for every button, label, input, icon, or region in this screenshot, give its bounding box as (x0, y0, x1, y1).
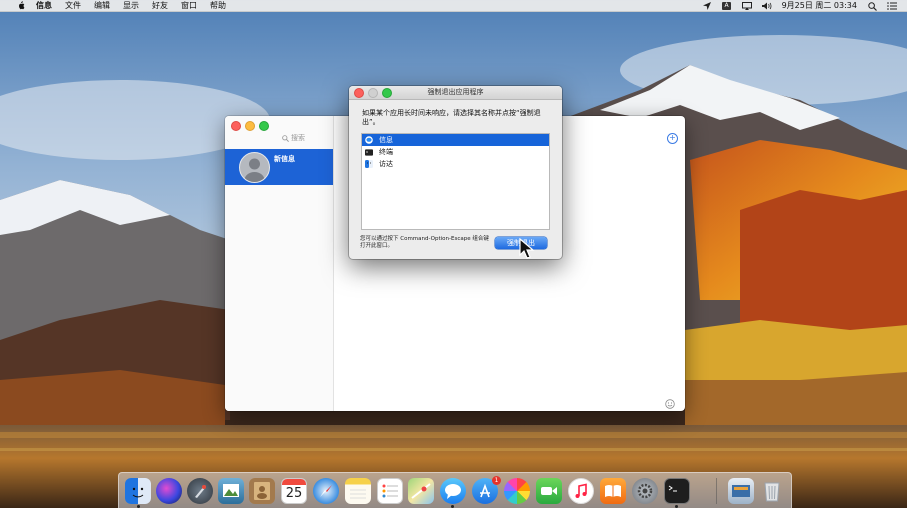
finder-icon[interactable] (125, 478, 151, 504)
app-row-messages[interactable]: 信息 (362, 134, 549, 146)
calendar-icon[interactable]: 25 (281, 478, 307, 504)
app-name: 信息 (379, 136, 393, 144)
search-icon (282, 134, 289, 142)
keyboard-shortcut-hint: 您可以通过按下 Command-Option-Escape 组合键打开此窗口。 (360, 236, 489, 249)
menu-view[interactable]: 显示 (123, 0, 139, 12)
notes-icon[interactable] (345, 478, 371, 504)
books-icon[interactable] (600, 478, 626, 504)
app-row-finder[interactable]: 访达 (362, 158, 549, 170)
maps-icon[interactable] (408, 478, 434, 504)
app-name: 访达 (379, 160, 393, 168)
compose-button[interactable]: + (667, 133, 678, 144)
dock: 25 1 (118, 472, 792, 508)
finder-icon (365, 160, 373, 168)
conversation-title: 新信息 (274, 155, 295, 163)
input-method-label: A (722, 2, 732, 10)
app-name: 终端 (379, 148, 393, 156)
search-field[interactable]: 搜索 (282, 133, 305, 143)
terminal-icon (365, 148, 373, 156)
conversation-item-new-message[interactable]: 新信息 (225, 149, 333, 185)
system-preferences-icon[interactable] (632, 478, 658, 504)
menu-edit[interactable]: 编辑 (94, 0, 110, 12)
terminal-icon[interactable] (664, 478, 690, 504)
force-quit-message: 如果某个应用长时间未响应，请选择其名称并点按“强制退出”。 (362, 109, 541, 126)
force-quit-window: 强制退出应用程序 如果某个应用长时间未响应，请选择其名称并点按“强制退出”。 信… (349, 86, 562, 259)
apple-menu-icon[interactable] (15, 0, 26, 12)
app-list[interactable]: 信息 终端 访达 (361, 133, 550, 230)
trash-icon[interactable] (759, 478, 785, 504)
safari-icon[interactable] (313, 478, 339, 504)
volume-icon[interactable] (761, 2, 772, 11)
airplay-icon[interactable] (741, 2, 752, 11)
force-quit-title: 强制退出应用程序 (427, 88, 484, 96)
minimize-button[interactable] (245, 121, 255, 131)
window-controls (231, 121, 269, 131)
avatar (239, 151, 270, 183)
reminders-icon[interactable] (377, 478, 403, 504)
menu-window[interactable]: 窗口 (181, 0, 197, 12)
mouse-cursor-icon (519, 238, 535, 259)
search-placeholder: 搜索 (291, 134, 305, 142)
menu-file[interactable]: 文件 (65, 0, 81, 12)
launchpad-icon[interactable] (187, 478, 213, 504)
menubar-status-area: A 9月25日 周二 03:34 (702, 0, 897, 12)
notification-center-icon[interactable] (887, 2, 897, 11)
window-controls (354, 88, 392, 98)
messages-icon[interactable] (440, 478, 466, 504)
menu-app-name[interactable]: 信息 (36, 0, 52, 12)
messages-icon (365, 136, 373, 144)
app-row-terminal[interactable]: 终端 (362, 146, 549, 158)
calendar-day: 25 (285, 486, 303, 501)
music-icon[interactable] (568, 478, 594, 504)
preview-icon[interactable] (218, 478, 244, 504)
photos-icon[interactable] (504, 478, 530, 504)
dock-icons: 25 1 (119, 473, 791, 509)
person-silhouette-icon (244, 158, 265, 182)
contacts-icon[interactable] (249, 478, 275, 504)
spotlight-icon[interactable] (867, 1, 877, 11)
zoom-button[interactable] (259, 121, 269, 131)
emoji-icon[interactable] (665, 394, 675, 409)
close-button[interactable] (354, 88, 364, 98)
siri-icon[interactable] (156, 478, 182, 504)
minimize-button (368, 88, 378, 98)
location-icon[interactable] (702, 2, 712, 11)
zoom-button[interactable] (382, 88, 392, 98)
force-quit-titlebar[interactable]: 强制退出应用程序 (349, 86, 562, 100)
menubar: 信息 文件 编辑 显示 好友 窗口 帮助 A 9月25日 周二 03:34 (0, 0, 907, 12)
clock-datetime[interactable]: 9月25日 周二 03:34 (782, 0, 857, 12)
screen-shot-icon[interactable] (728, 478, 754, 504)
dock-separator (716, 478, 717, 504)
menu-help[interactable]: 帮助 (210, 0, 226, 12)
close-button[interactable] (231, 121, 241, 131)
facetime-icon[interactable] (536, 478, 562, 504)
input-method-icon[interactable]: A (722, 2, 732, 11)
app-store-badge: 1 (492, 476, 501, 485)
menu-buddies[interactable]: 好友 (152, 0, 168, 12)
